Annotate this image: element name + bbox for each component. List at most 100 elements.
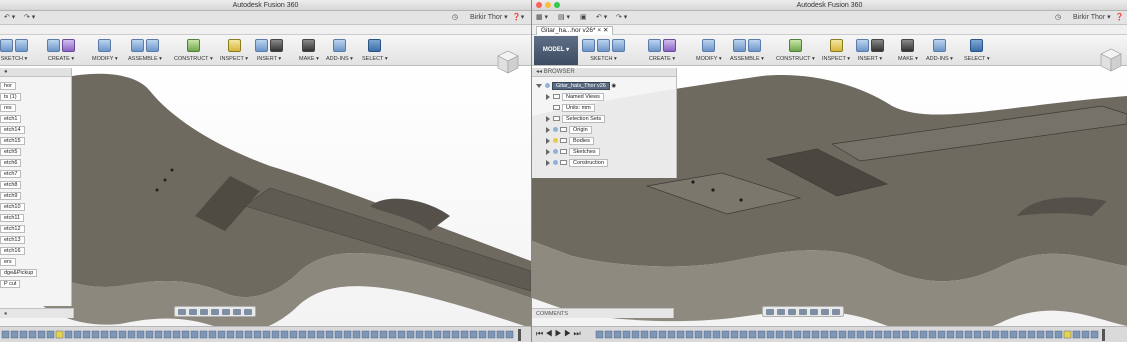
maximize-icon[interactable] [554, 2, 560, 8]
assemble-group[interactable]: ASSEMBLE ▾ [128, 37, 162, 62]
browser-row[interactable]: etch9 [0, 192, 22, 200]
addins-icon[interactable] [332, 39, 346, 52]
browser-row[interactable]: etch16 [0, 247, 25, 255]
browser-node[interactable]: ts (1) [0, 93, 21, 101]
plane-icon[interactable] [186, 39, 200, 52]
timeline-features[interactable] [594, 327, 1114, 342]
3d-viewport[interactable]: ● hor ts (1) res etch1 etch14 etch15 etc… [0, 50, 531, 342]
inspect-group[interactable]: INSPECT ▾ [220, 37, 248, 62]
browser-row[interactable]: etch6 [0, 159, 22, 167]
browser-node[interactable]: etch10 [0, 203, 25, 211]
tree-item-origin[interactable]: Origin [546, 126, 592, 134]
browser-node[interactable]: etch5 [0, 148, 22, 156]
undo-icon[interactable]: ↶ ▾ [4, 11, 15, 25]
display-mode-icon[interactable] [810, 308, 818, 315]
viewcube-icon[interactable] [492, 46, 522, 76]
tree-root[interactable]: Gitar_hals_Thor v26 ◉ [536, 82, 616, 90]
grid-icon[interactable] [233, 308, 241, 315]
timeline-marker[interactable] [518, 329, 521, 341]
browser-node[interactable]: etch11 [0, 214, 25, 222]
browser-node[interactable]: etch6 [0, 159, 22, 167]
measure-icon[interactable] [227, 39, 241, 52]
viewports-icon[interactable] [832, 308, 840, 315]
fit-icon[interactable] [799, 308, 807, 315]
document-tab[interactable]: Gitar_ha...hor v26* × ✕ [536, 26, 614, 35]
viewcube-icon[interactable] [1095, 44, 1125, 74]
browser-node[interactable]: etch9 [0, 192, 22, 200]
radio-icon[interactable]: ◉ [611, 83, 616, 89]
tree-item-units[interactable]: Units: mm [546, 104, 595, 112]
browser-row[interactable]: etch12 [0, 225, 25, 233]
select-arrow-icon[interactable] [970, 39, 984, 52]
addins-group[interactable]: ADD-INS ▾ [926, 37, 953, 62]
display-mode-icon[interactable] [222, 308, 230, 315]
user-menu[interactable]: Birkir Thor ▾ [1073, 11, 1111, 25]
visibility-icon[interactable] [553, 127, 558, 133]
tree-item-bodies[interactable]: Bodies [546, 137, 594, 145]
decal-icon[interactable] [871, 39, 884, 52]
tree-item-named-views[interactable]: Named Views [546, 93, 604, 101]
press-pull-icon[interactable] [98, 39, 112, 52]
browser-node[interactable]: etch12 [0, 225, 25, 233]
addins-group[interactable]: ADD-INS ▾ [326, 37, 353, 62]
browser-row[interactable]: etch14 [0, 126, 25, 134]
browser-node[interactable]: P cut [0, 280, 21, 288]
timeline-bar[interactable] [0, 326, 531, 342]
redo-icon[interactable]: ↷ ▾ [24, 11, 35, 25]
help-icon[interactable]: ❓ [1115, 11, 1124, 25]
make-group[interactable]: MAKE ▾ [299, 37, 319, 62]
tree-item-label[interactable]: Named Views [562, 93, 604, 101]
browser-row[interactable]: ts (1) [0, 93, 21, 101]
browser-row[interactable]: etch10 [0, 203, 25, 211]
comments-panel[interactable]: COMMENTS [532, 308, 674, 318]
browser-node[interactable]: ers [0, 258, 16, 266]
root-node[interactable]: Gitar_hals_Thor v26 [552, 82, 610, 90]
printer-icon[interactable] [302, 39, 316, 52]
file-icon[interactable]: ▤ ▾ [558, 11, 570, 25]
timeline-marker[interactable] [1102, 329, 1105, 341]
browser-node[interactable]: etch13 [0, 236, 25, 244]
tab-close-icon[interactable]: × ✕ [597, 27, 608, 34]
pattern-icon[interactable] [62, 39, 75, 52]
undo-icon[interactable]: ↶ ▾ [596, 11, 607, 25]
line-icon[interactable] [597, 39, 610, 52]
timeline-playback-controls[interactable]: ⏮ ◀ ▶ ▶ ⏭ [536, 329, 581, 339]
clock-icon[interactable]: ◷ [452, 11, 458, 25]
timeline-bar[interactable]: ⏮ ◀ ▶ ▶ ⏭ [532, 326, 1127, 342]
box-icon[interactable] [47, 39, 60, 52]
workspace-switcher[interactable]: MODEL ▾ [534, 36, 578, 65]
save-icon[interactable]: ▣ [580, 11, 587, 25]
sketch-icon[interactable] [0, 39, 13, 52]
component-icon[interactable] [130, 39, 144, 52]
browser-row[interactable]: hor [0, 82, 16, 90]
browser-row[interactable]: etch13 [0, 236, 25, 244]
sketch-group[interactable]: SKETCH ▾ [582, 37, 625, 62]
browser-row[interactable]: P cut [0, 280, 21, 288]
select-group[interactable]: SELECT ▾ [362, 37, 388, 62]
browser-header[interactable]: ● [0, 68, 71, 77]
visibility-icon[interactable] [553, 160, 558, 166]
timeline-features[interactable] [0, 327, 531, 342]
press-pull-icon[interactable] [702, 39, 716, 52]
construct-group[interactable]: CONSTRUCT ▾ [174, 37, 213, 62]
tree-item-selection-sets[interactable]: Selection Sets [546, 115, 606, 123]
orbit-icon[interactable] [178, 308, 186, 315]
browser-row[interactable]: etch15 [0, 137, 25, 145]
clock-icon[interactable]: ◷ [1055, 11, 1061, 25]
modify-group[interactable]: MODIFY ▾ [696, 37, 722, 62]
visibility-icon[interactable] [553, 138, 558, 144]
browser-row[interactable]: etch8 [0, 181, 22, 189]
insert-group[interactable]: INSERT ▾ [856, 37, 884, 62]
measure-icon[interactable] [829, 39, 843, 52]
guitar-body-model[interactable] [0, 66, 531, 342]
modify-group[interactable]: MODIFY ▾ [92, 37, 118, 62]
data-panel-icon[interactable]: ▦ ▾ [536, 11, 548, 25]
browser-row[interactable]: dge&Pickup [0, 269, 38, 277]
rectangle-icon[interactable] [15, 39, 28, 52]
user-menu[interactable]: Birkir Thor ▾ [470, 11, 508, 25]
browser-row[interactable]: etch1 [0, 115, 22, 123]
joint-icon[interactable] [747, 39, 761, 52]
3d-viewport[interactable]: ◂◂ BROWSER Gitar_hals_Thor v26 ◉ Named V… [532, 48, 1127, 342]
tree-item-construction[interactable]: Construction [546, 159, 608, 167]
plane-icon[interactable] [788, 39, 802, 52]
